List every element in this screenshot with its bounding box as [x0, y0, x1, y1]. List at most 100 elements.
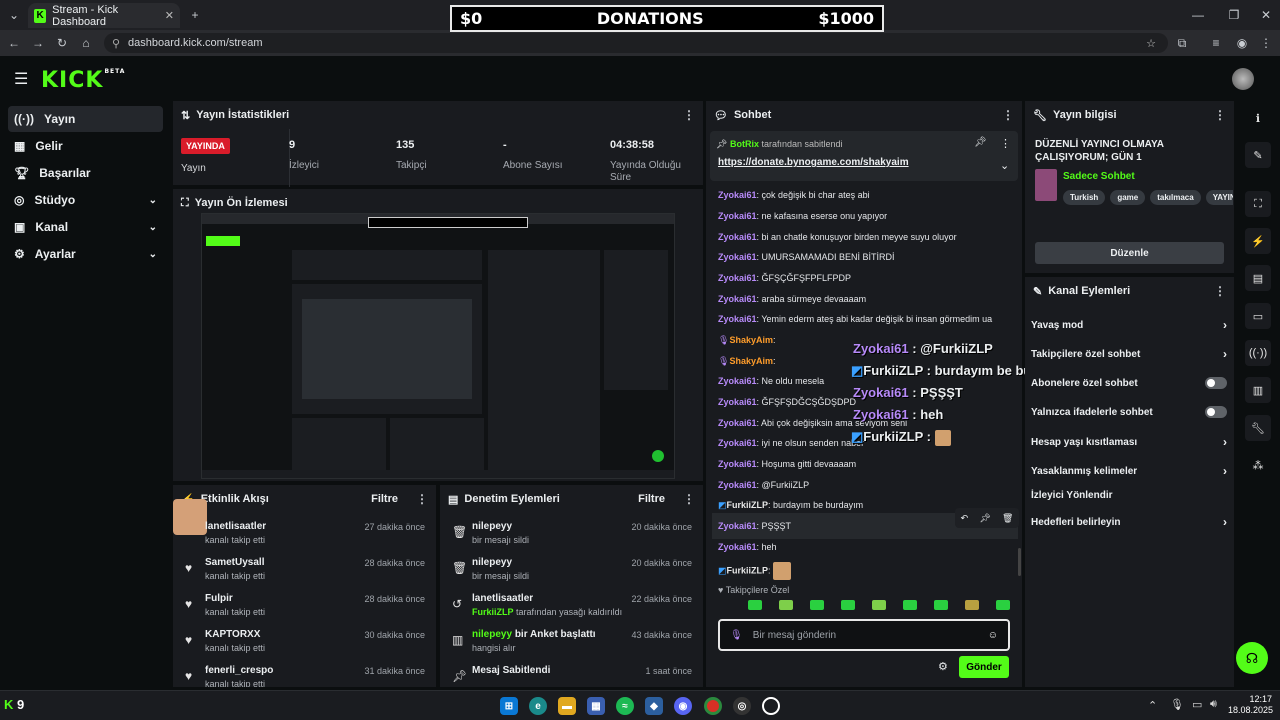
start-icon[interactable]: ⊞: [500, 697, 518, 715]
edit-button[interactable]: Düzenle: [1035, 242, 1224, 264]
extensions-icon[interactable]: ⧉: [1172, 33, 1192, 53]
pin-icon[interactable]: 📌︎: [979, 513, 990, 524]
avatar[interactable]: [1232, 68, 1254, 90]
tab-close-icon[interactable]: ✕: [165, 9, 174, 22]
sidebar-item-ayarlar[interactable]: ⚙ Ayarlar ⌄: [8, 241, 163, 267]
emote-icon[interactable]: [996, 600, 1010, 610]
emote-icon[interactable]: [934, 600, 948, 610]
edge-icon[interactable]: e: [529, 697, 547, 715]
chat-username[interactable]: Zyokai61: [718, 376, 757, 386]
action-host[interactable]: İzleyici Yönlendir: [1031, 490, 1227, 501]
chat-username[interactable]: Zyokai61: [718, 459, 757, 469]
url-input[interactable]: ⚲ dashboard.kick.com/stream ☆: [104, 33, 1168, 53]
stream-preview-video[interactable]: [201, 213, 675, 479]
app-icon[interactable]: [762, 697, 780, 715]
clock[interactable]: 12:17 18.08.2025: [1228, 694, 1273, 716]
chat-input[interactable]: 🎙︎ Bir mesaj gönderin ☺: [718, 619, 1010, 651]
layout-icon[interactable]: ▥: [1245, 377, 1271, 403]
info-icon[interactable]: ℹ: [1245, 105, 1271, 131]
network-icon[interactable]: ▭: [1192, 698, 1202, 711]
filter-button[interactable]: Filtre: [371, 493, 398, 505]
filter-button[interactable]: Filtre: [638, 493, 665, 505]
minimize-icon[interactable]: —: [1188, 5, 1208, 25]
obs-icon[interactable]: ◎: [733, 697, 751, 715]
chat-username[interactable]: Zyokai61: [718, 438, 757, 448]
action-goals[interactable]: Hedefleri belirleyin ›: [1031, 515, 1227, 529]
emote-icon[interactable]: [810, 600, 824, 610]
emote-icon[interactable]: [965, 600, 979, 610]
home-icon[interactable]: ⌂: [76, 33, 96, 53]
action-emote-only[interactable]: Yalnızca ifadelerle sohbet: [1031, 406, 1227, 418]
emote-icon[interactable]: [872, 600, 886, 610]
more-icon[interactable]: ⋮: [683, 492, 695, 506]
back-icon[interactable]: ←: [4, 33, 24, 53]
profile-icon[interactable]: ◉: [1232, 33, 1252, 53]
browser-tab[interactable]: K Stream - Kick Dashboard ✕: [28, 3, 180, 28]
chat-username[interactable]: Zyokai61: [718, 232, 757, 242]
chat-username[interactable]: Zyokai61: [718, 397, 757, 407]
stats-icon[interactable]: ⛶: [1245, 191, 1271, 217]
media-icon[interactable]: ≡: [1206, 33, 1226, 53]
reload-icon[interactable]: ↻: [52, 33, 72, 53]
chat-username[interactable]: FurkiiZLP: [727, 500, 769, 510]
chat-username[interactable]: Zyokai61: [718, 273, 757, 283]
chat-username[interactable]: Zyokai61: [718, 521, 757, 531]
chevron-up-icon[interactable]: ⌃: [1148, 699, 1157, 712]
reply-icon[interactable]: ↶: [961, 513, 969, 524]
emote-icon[interactable]: [841, 600, 855, 610]
sidebar-item-gelir[interactable]: ▦ Gelir: [8, 133, 163, 159]
action-slow-mode[interactable]: Yavaş mod ›: [1031, 318, 1227, 332]
bookmark-star-icon[interactable]: ☆: [1146, 37, 1156, 50]
more-icon[interactable]: ⋮: [1002, 108, 1014, 122]
window-close-icon[interactable]: ✕: [1256, 5, 1276, 25]
chat-username[interactable]: Zyokai61: [718, 294, 757, 304]
document-icon[interactable]: ▤: [1245, 265, 1271, 291]
support-headset-icon[interactable]: ☊: [1236, 642, 1268, 674]
chat-icon[interactable]: ▭: [1245, 303, 1271, 329]
discord-icon[interactable]: ◉: [674, 697, 692, 715]
chat-username[interactable]: ShakyAim: [729, 356, 773, 366]
chat-username[interactable]: FurkiiZLP: [727, 565, 769, 575]
shapes-icon[interactable]: ⁂: [1245, 452, 1271, 478]
action-banned-words[interactable]: Yasaklanmış kelimeler ›: [1031, 464, 1227, 478]
more-icon[interactable]: ⋮: [683, 108, 695, 122]
broadcast-icon[interactable]: ((·)): [1245, 340, 1271, 366]
mic-icon[interactable]: 🎙︎: [1170, 698, 1184, 711]
action-followers-only[interactable]: Takipçilere özel sohbet ›: [1031, 347, 1227, 361]
chrome-icon[interactable]: [704, 697, 722, 715]
sidebar-item-studyo[interactable]: ◎ Stüdyo ⌄: [8, 187, 163, 213]
more-icon[interactable]: ⋮: [1214, 108, 1226, 122]
delete-icon[interactable]: 🗑︎: [1002, 513, 1013, 524]
chat-username[interactable]: Zyokai61: [718, 190, 757, 200]
chevron-down-icon[interactable]: ⌄: [1000, 159, 1009, 172]
volume-icon[interactable]: 🔊︎: [1210, 698, 1217, 711]
chat-username[interactable]: Zyokai61: [718, 252, 757, 262]
sidebar-item-basarilar[interactable]: 🏆︎ Başarılar: [8, 160, 163, 186]
site-info-icon[interactable]: ⚲: [112, 37, 120, 50]
chat-username[interactable]: Zyokai61: [718, 418, 757, 428]
lightning-icon[interactable]: ⚡: [1245, 228, 1271, 254]
more-icon[interactable]: ⋮: [416, 492, 428, 506]
hamburger-menu-icon[interactable]: ☰: [14, 69, 28, 89]
mic-icon[interactable]: 🎙︎: [730, 630, 743, 641]
more-icon[interactable]: ⋮: [1000, 137, 1011, 150]
chat-username[interactable]: Zyokai61: [718, 211, 757, 221]
chat-username[interactable]: ShakyAim: [729, 335, 773, 345]
chat-username[interactable]: Zyokai61: [718, 314, 757, 324]
send-button[interactable]: Gönder: [959, 656, 1009, 678]
pinned-link[interactable]: https://donate.bynogame.com/shakyaim: [718, 157, 909, 168]
category-name[interactable]: Sadece Sohbet: [1063, 171, 1135, 182]
toggle-switch[interactable]: [1205, 377, 1227, 389]
app-icon[interactable]: ◆: [645, 697, 663, 715]
sidebar-item-yayin[interactable]: ((·)) Yayın: [8, 106, 163, 132]
chat-username[interactable]: Zyokai61: [718, 480, 757, 490]
file-explorer-icon[interactable]: ▬: [558, 697, 576, 715]
kick-viewer-widget[interactable]: K 9: [4, 697, 24, 712]
forward-icon[interactable]: →: [28, 33, 48, 53]
chat-username[interactable]: Zyokai61: [718, 542, 757, 552]
toggle-switch[interactable]: [1205, 406, 1227, 418]
sidebar-item-kanal[interactable]: ▣ Kanal ⌄: [8, 214, 163, 240]
emote-icon[interactable]: [748, 600, 762, 610]
emoji-icon[interactable]: ☺: [988, 630, 998, 641]
tab-list-icon[interactable]: ⌄: [4, 5, 24, 25]
